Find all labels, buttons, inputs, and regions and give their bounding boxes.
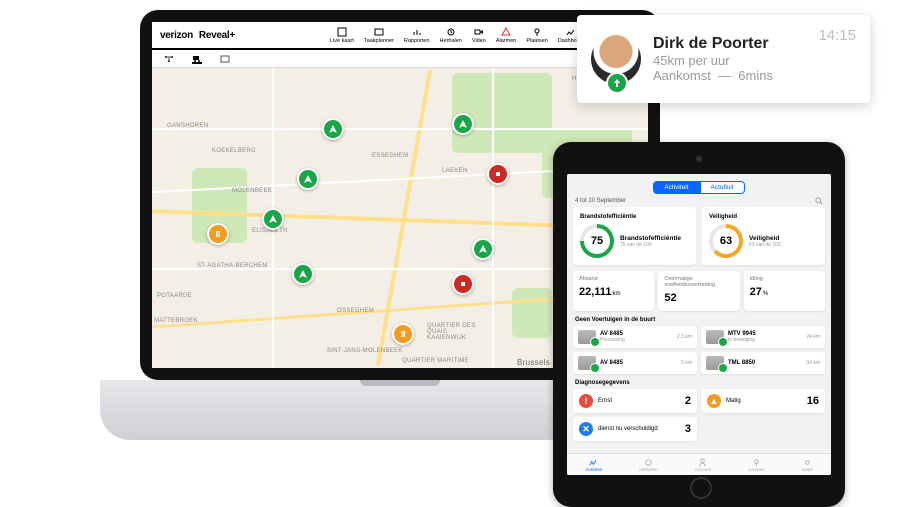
driver-name: Dirk de Poorter [653, 35, 773, 53]
place-label: OSSEGHEM [337, 308, 374, 314]
truck-icon [706, 330, 724, 344]
vehicle-pin-moving[interactable] [472, 238, 494, 260]
app-header: verizon Reveal+ Live kaart Taakplanner R… [152, 22, 648, 50]
warn-icon: ▲ [707, 394, 721, 408]
nav-taskplanner[interactable]: Taakplanner [364, 27, 394, 44]
nav-reports[interactable]: Rapporten [404, 27, 430, 44]
vehicle-pin-stopped[interactable] [452, 273, 474, 295]
subtab-vehicles[interactable] [192, 54, 202, 64]
vehicle-pin-moving[interactable] [297, 168, 319, 190]
driver-popup[interactable]: Dirk de Poorter 45km per uur Aankomst — … [577, 15, 870, 103]
vehicles-title: Geen Voertuigen in de buurt [575, 317, 823, 323]
sub-tabs [152, 50, 648, 68]
driver-speed: 45km per uur [653, 53, 773, 68]
vehicle-pin-idle[interactable] [207, 223, 229, 245]
status-icon [606, 72, 628, 94]
truck-icon [578, 330, 596, 344]
place-label: ESSEGHEM [372, 153, 408, 159]
score-card-fuel[interactable]: Brandstofefficiëntie 75 Brandstofefficië… [573, 207, 696, 265]
seg-activity[interactable]: Activiteit [653, 181, 699, 194]
vehicle-pin-moving[interactable] [452, 113, 474, 135]
place-label: QUARTIER MARITIME [402, 358, 469, 364]
segment-control: Activiteit Actufluit [573, 181, 825, 194]
nav-places[interactable]: Plaatsen [526, 27, 547, 44]
alert-icon: ! [579, 394, 593, 408]
place-label: POTAARDE [157, 293, 192, 299]
place-label: KOEKELBERG [212, 148, 256, 154]
place-label: GANSHOREN [167, 123, 208, 129]
search-icon[interactable] [815, 197, 823, 205]
stat-idling[interactable]: Idling 27% [744, 271, 825, 311]
diag-title: Diagnosegegevens [575, 380, 823, 386]
tab-places[interactable]: Locaties [748, 458, 765, 472]
place-label: QUARTIER DES QUAIS KAAIENWIJK [427, 323, 487, 341]
bottom-tabbar: Activiteit Herhalen Account Locaties Ins… [567, 453, 831, 475]
truck-icon [706, 356, 724, 370]
place-label: MOLENBEEK [232, 188, 272, 194]
tab-activity[interactable]: Activiteit [586, 458, 603, 472]
tab-replay[interactable]: Herhalen [639, 458, 657, 472]
place-label: LAEKEN [442, 168, 467, 174]
subtab-calendar[interactable] [220, 55, 230, 63]
driver-arrival: Aankomst — 6mins [653, 68, 773, 83]
seg-actufluit[interactable]: Actufluit [700, 181, 745, 194]
vehicle-row[interactable]: AV 84855 km [573, 352, 697, 374]
popup-time: 14:15 [818, 27, 856, 44]
brand-logo: verizon Reveal+ [160, 30, 235, 41]
stat-speeding[interactable]: Overmatige snelheidsovertreding 52 [658, 271, 739, 311]
place-label: MATTEBROEK [154, 318, 198, 324]
tablet-screen: Activiteit Actufluit 4 tot 10 September … [567, 174, 831, 475]
score-card-safety[interactable]: Veiligheid 63 Veiligheid 63 van de 100 [702, 207, 825, 265]
nav-replay[interactable]: Herhalen [440, 27, 462, 44]
vehicle-pin-idle[interactable] [392, 323, 414, 345]
place-label: Brussels [517, 358, 550, 367]
tablet-mockup: Activiteit Actufluit 4 tot 10 September … [553, 142, 845, 507]
ring-gauge: 75 [580, 224, 614, 258]
vehicle-pin-moving[interactable] [262, 208, 284, 230]
place-label: St-Agatha-Berchem [197, 263, 268, 269]
diag-moderate[interactable]: ▲Matig16 [701, 389, 825, 413]
vehicle-row[interactable]: AV 8485Processing2.3 km [573, 326, 697, 348]
diag-service[interactable]: ✕dienst nu verschuldigd3 [573, 417, 697, 441]
diag-severe[interactable]: !Ernst2 [573, 389, 697, 413]
tab-account[interactable]: Account [695, 458, 711, 472]
place-label: Sint-Jans-Molenbeek [327, 348, 403, 354]
truck-icon [578, 356, 596, 370]
tab-settings[interactable]: Instel [802, 458, 813, 472]
subtab-hierarchy[interactable] [164, 55, 174, 63]
date-range: 4 tot 10 September [575, 198, 626, 204]
ring-gauge: 63 [709, 224, 743, 258]
vehicle-pin-moving[interactable] [322, 118, 344, 140]
service-icon: ✕ [579, 422, 593, 436]
nav-video[interactable]: Video [472, 27, 486, 44]
vehicle-row[interactable]: TML 885034 km [701, 352, 825, 374]
brand-verizon: verizon [160, 30, 193, 41]
brand-reveal: Reveal+ [199, 30, 235, 41]
stat-distance[interactable]: Afstand 22,111km [573, 271, 654, 311]
nav-alerts[interactable]: Alarmen [496, 27, 516, 44]
vehicle-row[interactable]: MTV 9945In beweging24 km [701, 326, 825, 348]
vehicle-pin-stopped[interactable] [487, 163, 509, 185]
vehicle-pin-moving[interactable] [292, 263, 314, 285]
driver-avatar [591, 34, 641, 84]
nav-live-map[interactable]: Live kaart [330, 27, 354, 44]
